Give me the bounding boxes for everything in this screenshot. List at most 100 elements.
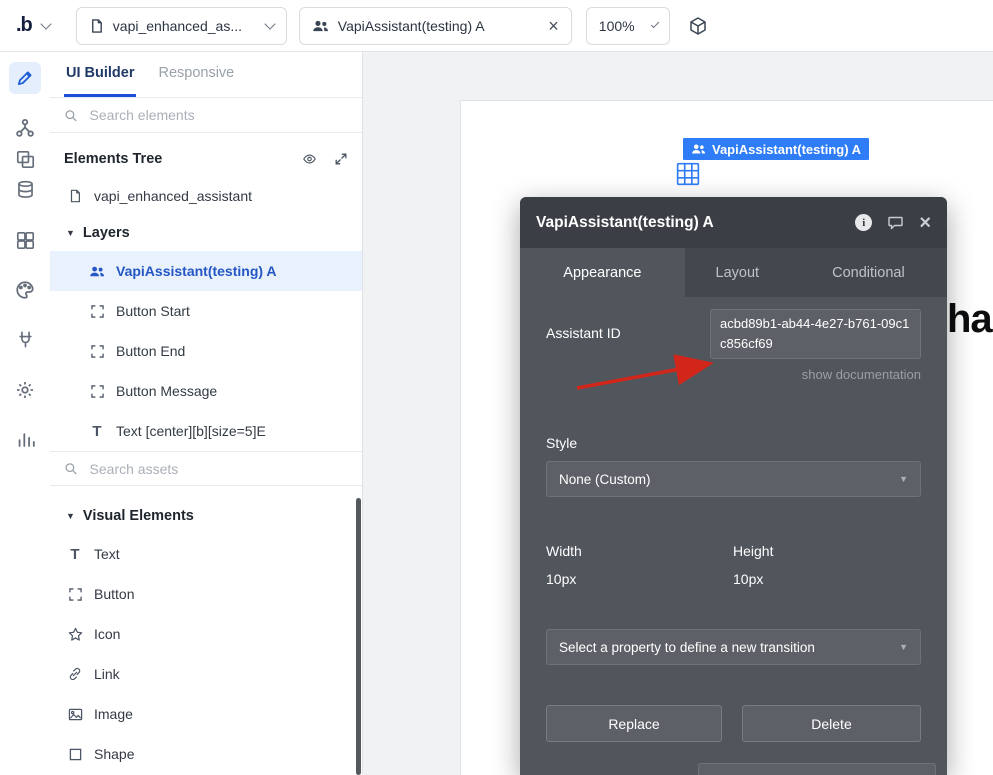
height-value[interactable]: 10px bbox=[733, 571, 763, 587]
users-icon bbox=[691, 143, 706, 155]
bubble-logo[interactable]: .b bbox=[16, 14, 32, 37]
users-icon bbox=[312, 19, 329, 33]
layer-item-vapiassistant[interactable]: VapiAssistant(testing) A bbox=[50, 251, 362, 291]
layer-label: Button Message bbox=[116, 383, 217, 399]
search-icon bbox=[64, 461, 78, 476]
text-element-icon: T bbox=[66, 546, 84, 563]
elements-tree-header: Elements Tree bbox=[50, 141, 362, 177]
tab-layout[interactable]: Layout bbox=[685, 248, 790, 297]
element-tab[interactable]: VapiAssistant(testing) A × bbox=[299, 7, 572, 45]
tab-ui-builder[interactable]: UI Builder bbox=[64, 52, 136, 97]
search-assets-box[interactable] bbox=[50, 451, 362, 486]
dropdown-arrow-icon: ▼ bbox=[899, 474, 908, 484]
palette-icon[interactable] bbox=[13, 278, 37, 302]
button-element-icon bbox=[88, 385, 106, 398]
asset-label: Shape bbox=[94, 746, 134, 762]
layer-item-button-start[interactable]: Button Start bbox=[50, 291, 362, 331]
tree-page-item[interactable]: vapi_enhanced_assistant bbox=[50, 177, 362, 215]
workflow-sitemap-icon[interactable] bbox=[13, 116, 37, 140]
assistant-id-label: Assistant ID bbox=[546, 325, 621, 341]
asset-label: Text bbox=[94, 546, 120, 562]
transition-dropdown[interactable]: Select a property to define a new transi… bbox=[546, 629, 921, 665]
search-elements-box[interactable] bbox=[50, 98, 362, 133]
editor-canvas-area: hanced VapiAssistant(testing) A VapiAssi… bbox=[363, 52, 993, 775]
triangle-down-icon: ▼ bbox=[66, 228, 75, 238]
asset-label: Link bbox=[94, 666, 120, 682]
layer-label: Button End bbox=[116, 343, 185, 359]
expand-icon[interactable] bbox=[334, 152, 348, 166]
info-icon[interactable]: i bbox=[855, 214, 872, 231]
sidebar-tabs: UI Builder Responsive bbox=[50, 52, 362, 98]
link-icon bbox=[66, 667, 84, 681]
tab-responsive[interactable]: Responsive bbox=[156, 52, 236, 97]
editor-nav-rail bbox=[0, 52, 51, 775]
delete-button[interactable]: Delete bbox=[742, 705, 921, 742]
asset-item-shape[interactable]: Shape bbox=[50, 734, 362, 774]
visual-elements-title: Visual Elements bbox=[83, 508, 194, 524]
property-editor-header[interactable]: VapiAssistant(testing) A i × bbox=[520, 197, 947, 248]
assistant-id-input[interactable]: acbd89b1-ab44-4e27-b761-09c1c856cf69 bbox=[710, 309, 921, 359]
element-tab-close-icon[interactable]: × bbox=[548, 17, 559, 35]
image-icon bbox=[66, 707, 84, 722]
cube-icon bbox=[688, 16, 708, 36]
top-toolbar: .b vapi_enhanced_as... VapiAssistant(tes… bbox=[0, 0, 993, 52]
vapi-element-grid-icon[interactable] bbox=[676, 162, 700, 191]
width-label: Width bbox=[546, 543, 582, 559]
page-selector-chevron-down-icon bbox=[264, 18, 275, 29]
logo-chevron-down-icon[interactable] bbox=[40, 18, 51, 29]
search-icon bbox=[64, 108, 78, 123]
selected-element-badge-label: VapiAssistant(testing) A bbox=[712, 142, 861, 157]
asset-item-text[interactable]: T Text bbox=[50, 534, 362, 574]
asset-item-image[interactable]: Image bbox=[50, 694, 362, 734]
design-pencil-icon[interactable] bbox=[9, 62, 41, 94]
layer-label: VapiAssistant(testing) A bbox=[116, 263, 277, 279]
transition-dropdown-value: Select a property to define a new transi… bbox=[559, 640, 815, 655]
property-editor-tabs: Appearance Layout Conditional bbox=[520, 248, 947, 297]
button-element-icon bbox=[66, 588, 84, 601]
data-database-icon[interactable] bbox=[13, 177, 37, 201]
settings-gear-icon[interactable] bbox=[13, 378, 37, 402]
search-elements-input[interactable] bbox=[88, 106, 348, 124]
asset-item-link[interactable]: Link bbox=[50, 654, 362, 694]
layers-title: Layers bbox=[83, 225, 130, 241]
selected-element-badge[interactable]: VapiAssistant(testing) A bbox=[683, 138, 869, 160]
asset-item-button[interactable]: Button bbox=[50, 574, 362, 614]
button-element-icon bbox=[88, 305, 106, 318]
search-assets-input[interactable] bbox=[88, 460, 348, 478]
star-icon bbox=[66, 627, 84, 642]
tab-appearance[interactable]: Appearance bbox=[520, 248, 685, 297]
layer-item-text[interactable]: T Text [center][b][size=5]E bbox=[50, 411, 362, 451]
comment-bubble-icon[interactable] bbox=[887, 215, 904, 230]
tab-conditional[interactable]: Conditional bbox=[790, 248, 947, 297]
layers-section-header[interactable]: ▼ Layers bbox=[50, 215, 362, 251]
page-icon bbox=[89, 18, 104, 34]
layer-item-button-message[interactable]: Button Message bbox=[50, 371, 362, 411]
eye-icon[interactable] bbox=[301, 152, 318, 166]
width-value[interactable]: 10px bbox=[546, 571, 576, 587]
asset-label: Image bbox=[94, 706, 133, 722]
property-editor-panel: VapiAssistant(testing) A i × Appearance … bbox=[520, 197, 947, 775]
styles-swatch-icon[interactable] bbox=[13, 228, 37, 252]
plugins-plug-icon[interactable] bbox=[13, 327, 37, 351]
logs-chart-icon[interactable] bbox=[13, 427, 37, 451]
style-dropdown[interactable]: None (Custom) ▼ bbox=[546, 461, 921, 497]
pages-frames-icon[interactable] bbox=[13, 147, 37, 171]
replace-button[interactable]: Replace bbox=[546, 705, 722, 742]
layer-item-button-end[interactable]: Button End bbox=[50, 331, 362, 371]
component-library-button[interactable] bbox=[688, 16, 708, 36]
style-dropdown-value: None (Custom) bbox=[559, 472, 651, 487]
close-icon[interactable]: × bbox=[919, 213, 931, 233]
triangle-down-icon: ▼ bbox=[66, 511, 75, 521]
asset-item-icon[interactable]: Icon bbox=[50, 614, 362, 654]
element-tab-label: VapiAssistant(testing) A bbox=[338, 18, 485, 34]
zoom-chevron-down-icon bbox=[650, 19, 659, 28]
sidebar-scrollbar-thumb[interactable] bbox=[356, 498, 361, 775]
show-documentation-link[interactable]: show documentation bbox=[802, 367, 921, 382]
zoom-dropdown[interactable]: 100% bbox=[586, 7, 670, 45]
asset-label: Icon bbox=[94, 626, 120, 642]
partially-visible-control[interactable] bbox=[698, 763, 936, 775]
page-selector-dropdown[interactable]: vapi_enhanced_as... bbox=[76, 7, 287, 45]
visual-elements-header[interactable]: ▼ Visual Elements bbox=[50, 498, 362, 534]
layer-label: Text [center][b][size=5]E bbox=[116, 423, 266, 439]
height-label: Height bbox=[733, 543, 773, 559]
